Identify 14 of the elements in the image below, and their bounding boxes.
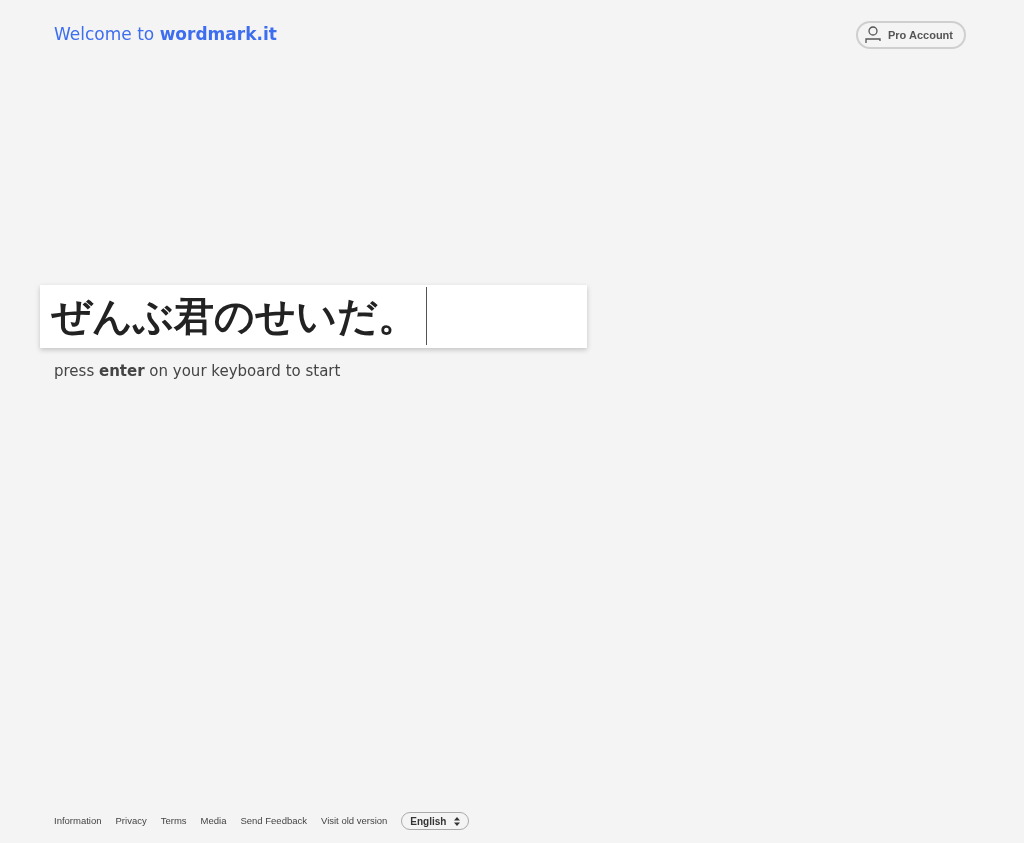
footer-link[interactable]: Visit old version [321, 813, 388, 829]
footer-link[interactable]: Privacy [115, 813, 147, 829]
footer-link[interactable]: Send Feedback [240, 813, 307, 829]
text-cursor [426, 287, 427, 346]
footer-link[interactable]: Media [200, 813, 227, 829]
user-icon [865, 26, 881, 44]
pro-account-button[interactable]: Pro Account [856, 21, 966, 49]
footer-link[interactable]: Information [54, 813, 102, 829]
text-input-field[interactable]: ぜんぶ君のせいだ。 [40, 284, 587, 348]
hint-text: press enter on your keyboard to start [54, 360, 342, 382]
language-select[interactable]: English [401, 812, 470, 830]
welcome-title: Welcome to wordmark.it [54, 23, 277, 47]
sort-arrows-icon [454, 816, 461, 826]
footer-link[interactable]: Terms [160, 813, 187, 829]
